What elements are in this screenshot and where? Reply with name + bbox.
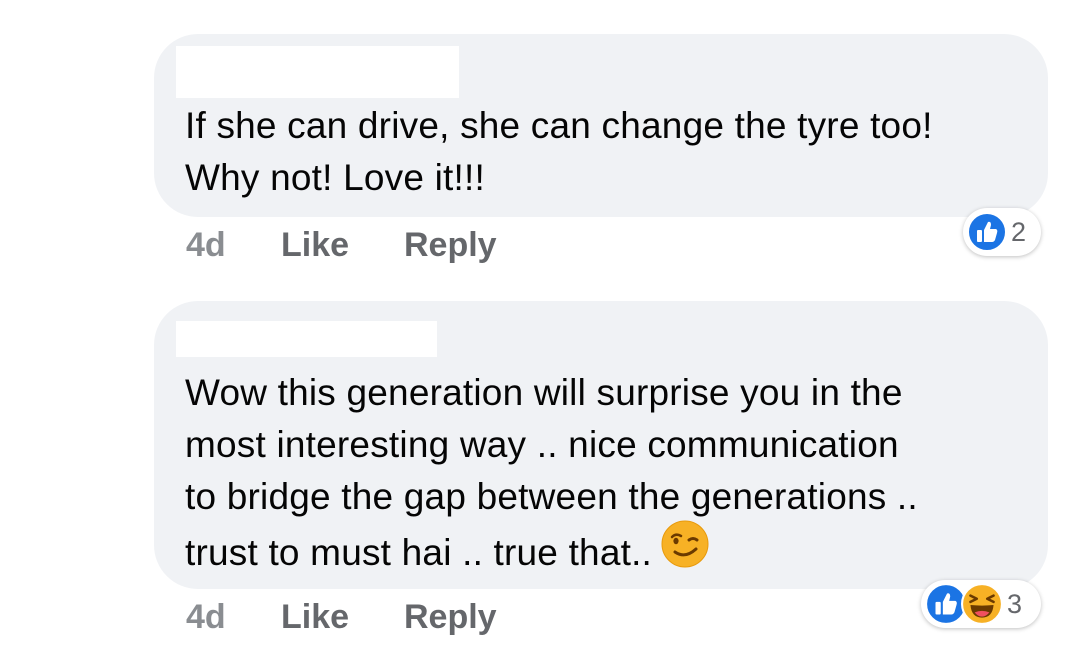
comment-actions: 4d Like Reply [186,598,497,637]
redacted-author-name [176,321,437,357]
reaction-summary[interactable]: 2 [963,208,1041,256]
comment-text-body: Wow this generation will surprise you in… [185,372,918,573]
comment-timestamp[interactable]: 4d [186,226,281,265]
reaction-summary[interactable]: 3 [921,580,1041,628]
laugh-icon [961,583,1003,625]
comment-actions: 4d Like Reply [186,226,497,265]
winking-face-icon [660,519,710,583]
reaction-count: 3 [1007,588,1023,619]
comment-timestamp[interactable]: 4d [186,598,281,637]
comment-bubble: Wow this generation will surprise you in… [154,301,1048,589]
like-button[interactable]: Like [281,226,404,265]
reply-button[interactable]: Reply [404,598,497,637]
comment-bubble: If she can drive, she can change the tyr… [154,34,1048,217]
reply-button[interactable]: Reply [404,226,497,265]
comment-text: If she can drive, she can change the tyr… [185,105,933,198]
reaction-count: 2 [1011,216,1027,247]
like-button[interactable]: Like [281,598,404,637]
comment-text: Wow this generation will surprise you in… [185,367,1018,587]
redacted-author-name [176,46,459,98]
like-icon [967,212,1007,252]
